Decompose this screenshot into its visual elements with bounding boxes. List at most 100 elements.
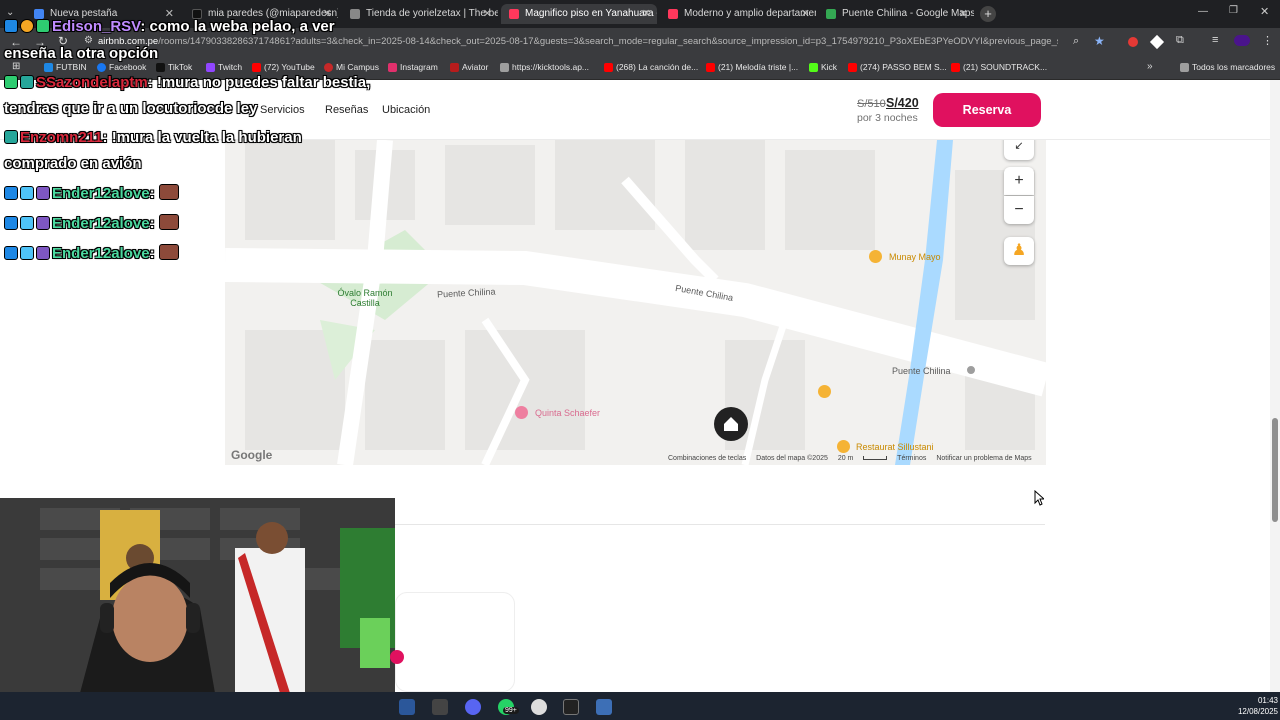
all-bookmarks[interactable]: Todos los marcadores — [1180, 62, 1275, 72]
zoom-icon[interactable]: ⌕ — [1073, 35, 1079, 48]
bookmarks-overflow-icon[interactable]: » — [1147, 61, 1153, 72]
chat-username: SSazondelaptm — [36, 74, 148, 91]
bookmark-tiktok[interactable]: TikTok — [156, 62, 192, 72]
extensions-puzzle-icon[interactable]: ⧉ — [1176, 34, 1184, 47]
bookmark-passo-bem[interactable]: (274) PASSO BEM S... — [848, 62, 947, 72]
section-divider — [395, 524, 1045, 525]
bookmark-kicktools[interactable]: https://kicktools.ap... — [500, 62, 589, 72]
minimize-button[interactable]: — — [1198, 6, 1208, 17]
facebook-icon — [97, 63, 106, 72]
fullscreen-button[interactable]: ↙ — [1004, 140, 1034, 160]
close-icon[interactable]: ✕ — [642, 4, 651, 24]
word-icon[interactable] — [399, 699, 415, 715]
chat-message: tendras que ir a un locutoriocde ley — [4, 100, 257, 117]
apps-icon[interactable]: ⊞ — [12, 61, 20, 72]
restaurant-pin-icon[interactable] — [837, 440, 850, 453]
nav-resenas[interactable]: Reseñas — [325, 104, 368, 116]
restaurant-pin-icon[interactable] — [869, 250, 882, 263]
new-tab-button[interactable]: + — [980, 6, 996, 22]
map-label-quinta-schaefer[interactable]: Quinta Schaefer — [535, 408, 600, 418]
bookmark-label: (21) SOUNDTRACK... — [963, 62, 1048, 72]
tab-5[interactable]: Puente Chilina - Google Maps ✕ — [818, 4, 974, 24]
app-icon[interactable] — [531, 699, 547, 715]
bookmark-soundtrack[interactable]: (21) SOUNDTRACK... — [951, 62, 1047, 72]
epic-games-icon[interactable] — [563, 699, 579, 715]
app-icon[interactable] — [432, 699, 448, 715]
bookmark-aviator[interactable]: Aviator — [450, 62, 488, 72]
menu-icon[interactable]: ⋮ — [1262, 34, 1273, 47]
zoom-in-button[interactable]: + — [1004, 167, 1034, 195]
tab-2[interactable]: Tienda de yorielzetax | The bes ✕ — [342, 4, 498, 24]
bookmark-cancion[interactable]: (268) La canción de... — [604, 62, 698, 72]
close-icon[interactable]: ✕ — [959, 4, 968, 24]
bookmark-facebook[interactable]: Facebook — [97, 62, 146, 72]
webcam-overlay — [0, 498, 395, 693]
price-original: S/510 — [857, 98, 886, 110]
place-pin-icon[interactable] — [965, 364, 977, 376]
nav-servicios[interactable]: Servicios — [260, 104, 305, 116]
restaurant-pin-icon[interactable] — [818, 385, 831, 398]
calculator-icon[interactable] — [596, 699, 612, 715]
campus-icon — [324, 63, 333, 72]
chat-text: : !mura no puedes faltar bestia, — [147, 74, 371, 91]
star-icon[interactable]: ★ — [1094, 34, 1105, 48]
bookmark-instagram[interactable]: Instagram — [388, 62, 438, 72]
reading-list-icon[interactable]: ≡ — [1212, 34, 1218, 46]
map-scale[interactable]: 20 m — [838, 455, 854, 462]
price-discounted[interactable]: S/420 — [886, 96, 919, 110]
bookmark-label: https://kicktools.ap... — [512, 62, 590, 72]
map-label-restaurant[interactable]: Restaurat Sillustani — [856, 442, 934, 452]
bookmark-twitch[interactable]: Twitch — [206, 62, 242, 72]
close-icon[interactable]: ✕ — [483, 4, 492, 24]
place-pin-icon[interactable] — [515, 406, 528, 419]
close-window-button[interactable]: ✕ — [1260, 5, 1269, 18]
scrollbar-thumb[interactable] — [1272, 418, 1278, 522]
report-problem-link[interactable]: Notificar un problema de Maps — [936, 455, 1031, 462]
address-bar[interactable]: airbnb.com.pe/rooms/1479033828637174861?… — [98, 36, 1058, 47]
reserve-button[interactable]: Reserva — [933, 93, 1041, 127]
tab-4[interactable]: Moderno y amplio departamen ✕ — [660, 4, 816, 24]
keyboard-shortcuts-link[interactable]: Combinaciones de teclas — [668, 455, 746, 462]
tab-search-icon[interactable]: ⌄ — [6, 7, 14, 18]
chat-badge-icon — [20, 19, 34, 33]
map-data-text: Datos del mapa ©2025 — [756, 455, 828, 462]
bookmark-mi-campus[interactable]: Mi Campus — [324, 62, 379, 72]
twitch-icon — [206, 63, 215, 72]
chat-message: Enzomn211: !mura la vuelta la hubieran — [4, 129, 302, 146]
chat-text: : como la weba pelao, a ver — [140, 18, 335, 35]
tab-favicon — [668, 9, 678, 19]
close-icon[interactable]: ✕ — [801, 4, 810, 24]
maximize-button[interactable]: ❐ — [1229, 5, 1238, 16]
map-label-ovalo: Óvalo Ramón Castilla — [337, 288, 393, 308]
grid-icon — [500, 63, 509, 72]
chat-badge-icon — [36, 19, 50, 33]
location-map[interactable]: Óvalo Ramón Castilla Puente Chilina Puen… — [225, 140, 1046, 465]
map-label-munay-mayo[interactable]: Munay Mayo — [889, 252, 941, 262]
home-pin-icon[interactable] — [714, 407, 748, 441]
street-view-pegman-icon[interactable]: ♟ — [1004, 237, 1034, 265]
youtube-icon — [951, 63, 960, 72]
map-label-puente-chilina-place[interactable]: Puente Chilina — [892, 366, 951, 376]
chat-message: enseña la otra opción — [4, 45, 158, 62]
url-path: /rooms/1479033828637174861?adults=3&chec… — [158, 36, 1058, 47]
bookmark-label: Twitch — [218, 62, 243, 72]
google-logo: Google — [231, 448, 273, 462]
youtube-icon — [706, 63, 715, 72]
bookmark-futbin[interactable]: FUTBIN — [44, 62, 87, 72]
bookmark-youtube[interactable]: (72) YouTube — [252, 62, 315, 72]
extension-icon[interactable] — [1128, 37, 1138, 47]
system-clock[interactable]: 01:43 12/08/2025 — [1228, 695, 1278, 717]
profile-avatar[interactable] — [1234, 35, 1250, 46]
tab-3[interactable]: Magnifico piso en Yanahuara - ✕ — [501, 4, 657, 24]
bookmark-label: Facebook — [109, 62, 147, 72]
bookmark-kick[interactable]: Kick — [809, 62, 837, 72]
zoom-out-button[interactable]: − — [1004, 196, 1034, 224]
nav-ubicacion[interactable]: Ubicación — [382, 104, 430, 116]
windows-taskbar — [0, 692, 1280, 720]
terms-link[interactable]: Términos — [897, 455, 926, 462]
bookmark-melodia[interactable]: (21) Melodía triste |... — [706, 62, 798, 72]
price-nights: por 3 noches — [857, 112, 918, 124]
page-scrollbar[interactable] — [1270, 80, 1280, 692]
discord-icon[interactable] — [465, 699, 481, 715]
bookmark-label: Aviator — [462, 62, 489, 72]
